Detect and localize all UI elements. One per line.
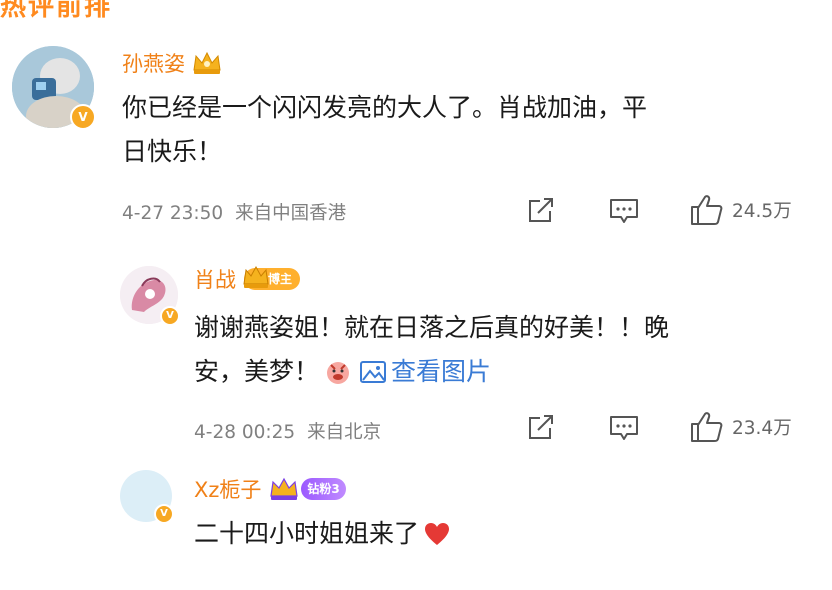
- comment-date: 4-27 23:50: [122, 203, 224, 224]
- heart-icon: [425, 523, 450, 545]
- comment-text-line1: 你已经是一个闪闪发亮的大人了。肖战加油，平: [122, 93, 648, 122]
- reply-text-line2: 安，美梦！: [194, 357, 320, 386]
- like-count: 23.4万: [732, 418, 792, 439]
- comment-location: 来自中国香港: [235, 203, 347, 224]
- view-image-link[interactable]: 查看图片: [391, 352, 491, 392]
- verified-badge: V: [70, 104, 96, 130]
- reply-text-line1: 谢谢燕姿姐！就在日落之后真的好美！！晚: [194, 313, 670, 342]
- crown-icon: [243, 265, 269, 288]
- username[interactable]: Xz栀子: [194, 474, 261, 504]
- share-icon[interactable]: [526, 414, 556, 442]
- verified-badge: V: [154, 504, 174, 524]
- section-heading-partial: 热评前排: [0, 0, 113, 22]
- image-icon[interactable]: [359, 359, 387, 385]
- username[interactable]: 肖战: [194, 264, 236, 294]
- avatar-xiao-zhan[interactable]: V: [120, 266, 180, 326]
- comment-icon[interactable]: [608, 197, 640, 225]
- like-icon: [691, 195, 723, 225]
- like-icon: [691, 412, 723, 442]
- crown-icon: [193, 51, 221, 74]
- avatar-sun-yanzi[interactable]: V: [12, 46, 96, 130]
- reply-text: 二十四小时姐姐来了: [194, 519, 420, 548]
- fan-badge-label: 钻粉3: [301, 478, 346, 500]
- like-button[interactable]: 24.5万: [690, 194, 792, 226]
- verified-badge: V: [160, 306, 180, 326]
- comment-text-line2: 日快乐！: [122, 137, 223, 166]
- reply-location: 来自北京: [307, 422, 382, 443]
- like-button[interactable]: 23.4万: [690, 411, 792, 443]
- emoji-icon: [327, 362, 350, 384]
- reply-date: 4-28 00:25: [194, 422, 296, 443]
- fan-badge: 钻粉3: [269, 476, 346, 502]
- username[interactable]: 孙燕姿: [122, 48, 185, 78]
- share-icon[interactable]: [526, 197, 556, 225]
- comment-icon[interactable]: [608, 414, 640, 442]
- like-count: 24.5万: [732, 201, 792, 222]
- blogger-badge: 博主: [243, 265, 301, 290]
- avatar-xz-zhizi[interactable]: V: [120, 470, 174, 524]
- crown-icon: [270, 477, 299, 500]
